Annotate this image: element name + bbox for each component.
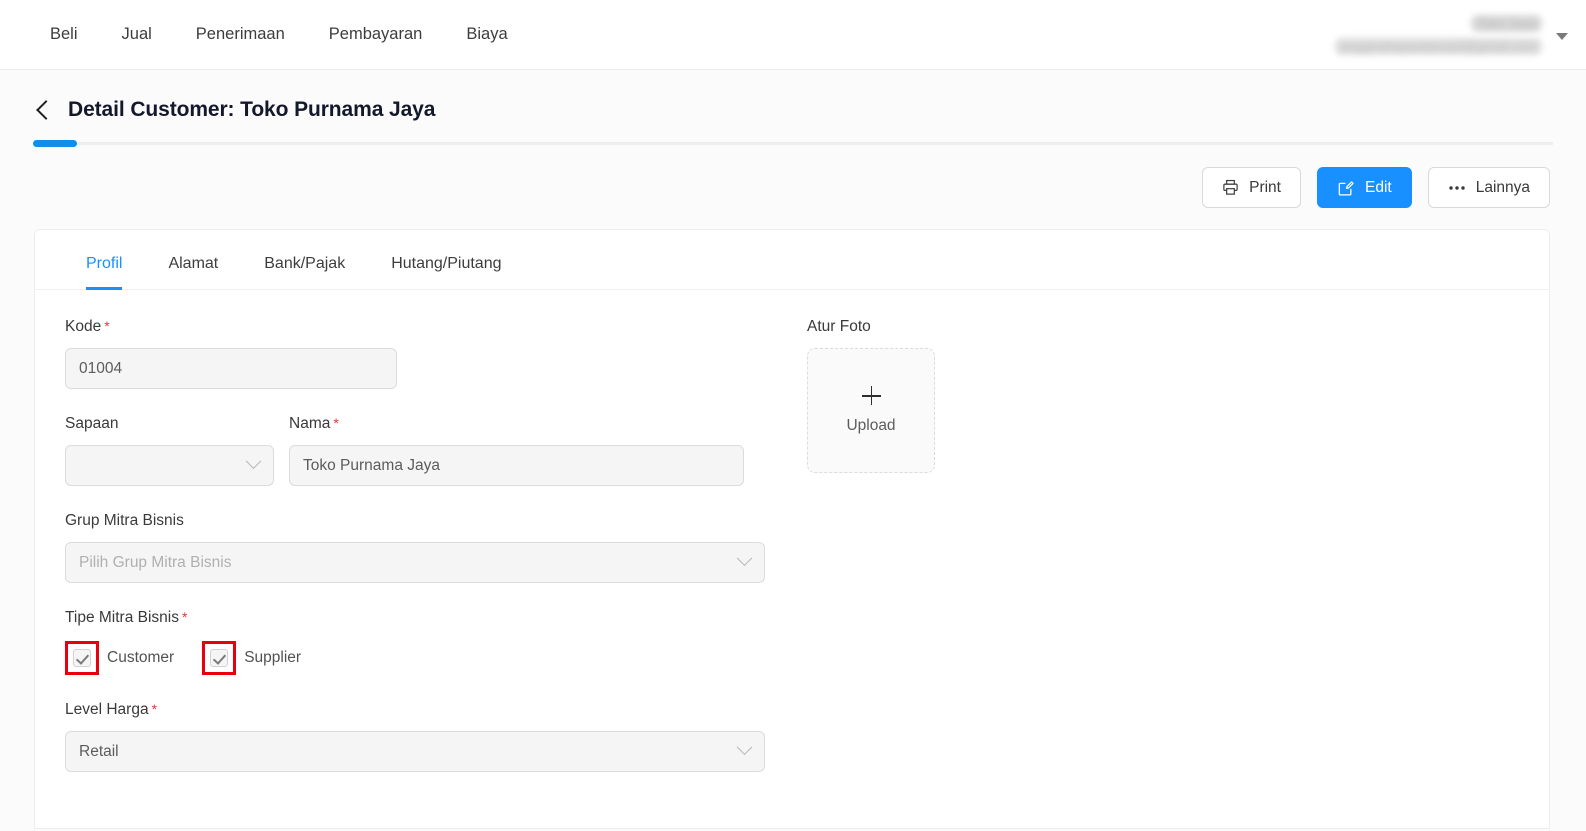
upload-label: Upload [846, 417, 896, 434]
form-right-column: Atur Foto Upload [772, 318, 1549, 772]
kode-input[interactable]: 01004 [65, 348, 397, 389]
checkbox-supplier[interactable] [202, 641, 237, 675]
grup-mitra-bisnis-label: Grup Mitra Bisnis [65, 512, 184, 529]
level-harga-select[interactable]: Retail [65, 731, 765, 772]
nama-input[interactable]: Toko Purnama Jaya [289, 445, 744, 486]
page-title: Detail Customer: Toko Purnama Jaya [68, 98, 436, 121]
sapaan-select[interactable] [65, 445, 274, 486]
field-grup-mitra-bisnis: Grup Mitra Bisnis Pilih Grup Mitra Bisni… [65, 512, 765, 583]
chevron-down-icon [245, 453, 262, 470]
level-harga-label: Level Harga * [65, 701, 765, 719]
nav-item-beli[interactable]: Beli [28, 19, 100, 50]
kode-required-marker: * [104, 318, 110, 334]
nama-label: Nama * [289, 415, 744, 433]
checkbox-supplier-label: Supplier [244, 649, 302, 666]
field-nama: Nama * Toko Purnama Jaya [289, 415, 744, 486]
print-button-label: Print [1249, 178, 1281, 196]
plus-icon [861, 386, 881, 405]
level-harga-required-marker: * [151, 701, 158, 717]
user-account-menu[interactable]: Toko Jaya angginahapardanua3@gmail.com [1334, 0, 1568, 70]
nav-item-biaya[interactable]: Biaya [444, 19, 529, 50]
tab-bar: Profil Alamat Bank/Pajak Hutang/Piutang [35, 230, 1549, 290]
checkbox-customer-label: Customer [107, 649, 175, 666]
tab-alamat[interactable]: Alamat [145, 255, 241, 289]
nav-item-jual[interactable]: Jual [100, 19, 174, 50]
sapaan-label: Sapaan [65, 415, 119, 432]
kode-label: Kode * [65, 318, 772, 336]
check-icon [73, 649, 91, 667]
card-body: Kode * 01004 Sapaan Nama * Toko Purnama Ja… [35, 290, 1549, 772]
edit-button-label: Edit [1364, 178, 1392, 196]
page-header: Detail Customer: Toko Purnama Jaya [0, 70, 1586, 147]
page-progress-fill [33, 140, 77, 147]
tipe-mitra-bisnis-options: Customer Supplier [65, 641, 772, 675]
field-tipe-mitra-bisnis: Tipe Mitra Bisnis * Customer Supplier [65, 609, 772, 675]
nama-required-marker: * [333, 415, 339, 431]
field-row-sapaan-nama: Sapaan Nama * Toko Purnama Jaya [65, 415, 772, 486]
edit-button[interactable]: Edit [1316, 167, 1412, 208]
nama-label-text: Nama [289, 415, 331, 432]
checkbox-customer[interactable] [65, 641, 99, 675]
more-button[interactable]: Lainnya [1427, 167, 1550, 208]
user-name: Toko Jaya [1471, 15, 1542, 32]
tipe-mitra-bisnis-required-marker: * [181, 609, 188, 625]
grup-mitra-bisnis-select[interactable]: Pilih Grup Mitra Bisnis [65, 542, 765, 583]
page-progress-track [33, 140, 1553, 147]
user-email: angginahapardanua3@gmail.com [1334, 38, 1542, 55]
chevron-left-icon[interactable] [34, 101, 52, 119]
more-button-label: Lainnya [1475, 178, 1530, 196]
ellipsis-icon [1448, 184, 1466, 192]
level-harga-label-text: Level Harga [65, 701, 149, 718]
top-navigation-bar: Beli Jual Penerimaan Pembayaran Biaya To… [0, 0, 1586, 70]
tab-bank-pajak[interactable]: Bank/Pajak [241, 255, 368, 289]
chevron-down-icon [736, 550, 753, 567]
form-left-column: Kode * 01004 Sapaan Nama * Toko Purnama Ja… [35, 318, 772, 772]
chevron-down-icon [736, 739, 753, 756]
field-sapaan: Sapaan [65, 415, 274, 486]
kode-label-text: Kode [65, 318, 102, 335]
detail-card: Profil Alamat Bank/Pajak Hutang/Piutang … [34, 229, 1550, 829]
field-level-harga: Level Harga * Retail [65, 701, 765, 772]
user-text: Toko Jaya angginahapardanua3@gmail.com [1334, 15, 1542, 55]
action-toolbar: Print Edit Lainnya [0, 167, 1586, 208]
atur-foto-label: Atur Foto [807, 318, 871, 335]
field-kode: Kode * 01004 [65, 318, 772, 389]
photo-upload-dropzone[interactable]: Upload [807, 348, 935, 473]
check-icon [210, 649, 229, 667]
printer-icon [1222, 179, 1239, 196]
tipe-mitra-bisnis-label: Tipe Mitra Bisnis * [65, 609, 772, 627]
edit-pencil-icon [1337, 179, 1355, 197]
chevron-down-icon[interactable] [1556, 32, 1568, 40]
title-row: Detail Customer: Toko Purnama Jaya [0, 98, 1586, 122]
tipe-mitra-bisnis-label-text: Tipe Mitra Bisnis [65, 609, 179, 626]
main-nav: Beli Jual Penerimaan Pembayaran Biaya [0, 19, 530, 50]
tab-hutang-piutang[interactable]: Hutang/Piutang [368, 255, 524, 289]
tab-profil[interactable]: Profil [63, 255, 145, 290]
nav-item-pembayaran[interactable]: Pembayaran [307, 19, 445, 50]
print-button[interactable]: Print [1202, 167, 1301, 208]
nav-item-penerimaan[interactable]: Penerimaan [174, 19, 307, 50]
